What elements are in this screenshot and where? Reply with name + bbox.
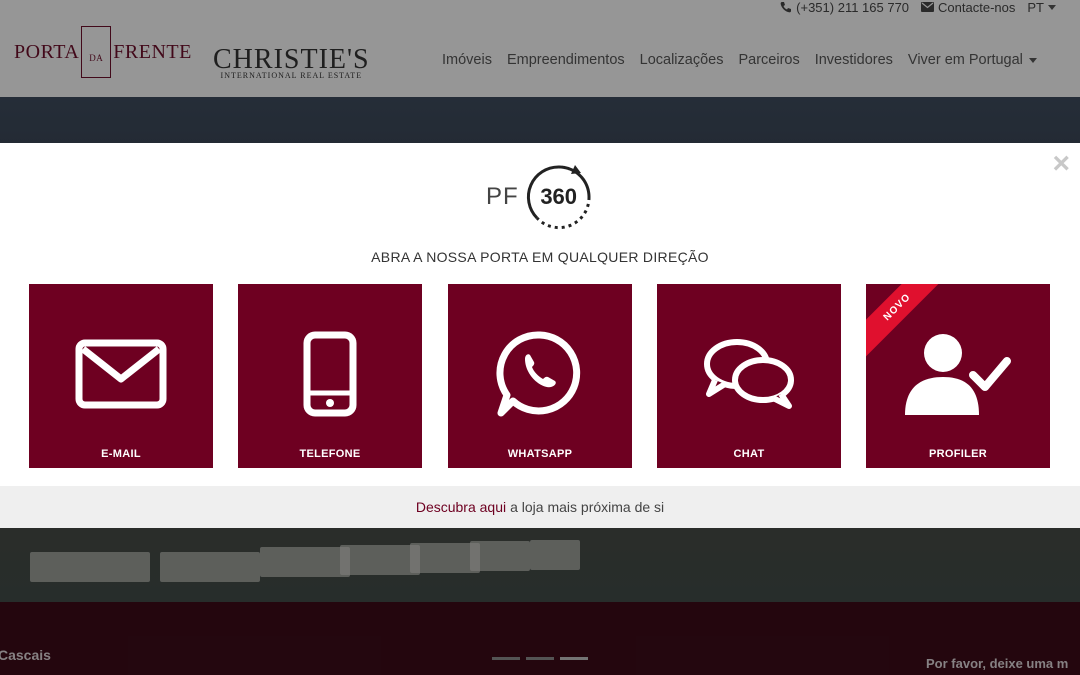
- profile-check-icon: [866, 326, 1050, 421]
- profiler-option[interactable]: NOVO PROFILER: [866, 284, 1050, 468]
- store-finder-strip: Descubra aqui a loja mais próxima de si: [0, 486, 1080, 528]
- chat-option[interactable]: CHAT: [657, 284, 841, 468]
- profiler-label: PROFILER: [928, 448, 987, 460]
- new-badge-label: NOVO: [881, 291, 913, 323]
- pf-logo-number: 360: [540, 184, 578, 209]
- whatsapp-label: WHATSAPP: [507, 448, 573, 460]
- phone-label: TELEFONE: [299, 448, 361, 460]
- email-label: E-MAIL: [101, 448, 141, 460]
- chat-label: CHAT: [733, 448, 765, 460]
- pf360-logo: PF 360: [486, 161, 595, 233]
- close-icon[interactable]: ×: [1052, 149, 1070, 179]
- store-finder-link[interactable]: Descubra aqui: [416, 499, 506, 515]
- phone-option[interactable]: TELEFONE: [238, 284, 422, 468]
- envelope-icon: [29, 326, 213, 421]
- chat-icon: [657, 326, 841, 421]
- contact-modal: × PF 360 ABRA A NOSSA PORTA EM QUALQUER …: [0, 143, 1080, 528]
- whatsapp-option[interactable]: WHATSAPP: [448, 284, 632, 468]
- email-option[interactable]: E-MAIL: [29, 284, 213, 468]
- phone-icon: [238, 326, 422, 421]
- store-finder-text: a loja mais próxima de si: [510, 499, 665, 515]
- whatsapp-icon: [448, 326, 632, 421]
- modal-tagline: ABRA A NOSSA PORTA EM QUALQUER DIREÇÃO: [371, 249, 709, 265]
- rotation-ring-icon: 360: [523, 161, 595, 233]
- pf-logo-text: PF: [486, 183, 519, 210]
